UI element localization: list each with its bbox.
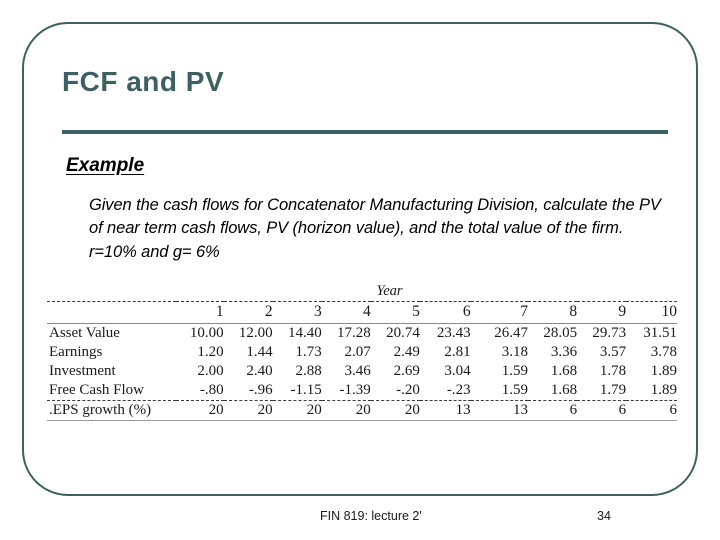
cell-investment-4: 3.46 <box>344 363 371 379</box>
cell-asset-value-9: 29.73 <box>592 325 627 341</box>
cell-investment-7: 1.59 <box>501 363 529 379</box>
cell-asset-value-8: 28.05 <box>543 325 578 341</box>
cell-free-cash-flow-8: 1.68 <box>528 381 578 401</box>
cell-earnings-6: 2.81 <box>444 344 471 360</box>
table-header-year-1: 1 <box>176 301 224 324</box>
table-header-year-7: 7 <box>470 301 529 324</box>
cell-earnings-9: 3.57 <box>599 344 627 360</box>
cell-earnings-1: 1.20 <box>197 344 224 360</box>
cell-investment-10: 1.89 <box>650 363 677 379</box>
table-grid: 1 2 3 4 5 6 7 8 9 10 Asset Value 10.00 1… <box>47 301 677 421</box>
cell-asset-value-7: 26.47 <box>494 325 529 341</box>
cell-asset-value-4: 17.28 <box>337 325 371 341</box>
cell-free-cash-flow-4: -1.39 <box>321 381 371 401</box>
cell-investment-2: 2.40 <box>246 363 273 379</box>
cell-eps-growth-7: 13 <box>470 400 529 421</box>
table-header-year-10: 10 <box>626 301 677 324</box>
row-label-asset-value: Asset Value <box>49 325 120 341</box>
cell-investment-9: 1.78 <box>599 363 627 379</box>
row-label-eps-growth: .EPS growth (%) <box>47 400 177 421</box>
cell-asset-value-5: 20.74 <box>386 325 420 341</box>
example-body-text: Given the cash flows for Concatenator Ma… <box>89 196 661 261</box>
cell-free-cash-flow-9: 1.79 <box>577 381 627 401</box>
cell-investment-5: 2.69 <box>393 363 420 379</box>
table-row: Free Cash Flow -.80 -.96 -1.15 -1.39 -.2… <box>47 381 677 401</box>
cell-asset-value-10: 31.51 <box>643 325 677 341</box>
cell-earnings-5: 2.49 <box>393 344 420 360</box>
title-divider <box>62 130 668 134</box>
cell-eps-growth-2: 20 <box>223 400 273 421</box>
cell-investment-8: 1.68 <box>550 363 578 379</box>
cell-asset-value-2: 12.00 <box>238 325 273 341</box>
row-label-investment: Investment <box>49 363 116 379</box>
cell-eps-growth-10: 6 <box>626 400 677 421</box>
table-header-year-6: 6 <box>419 301 471 324</box>
row-label-free-cash-flow: Free Cash Flow <box>47 381 177 401</box>
cell-free-cash-flow-7: 1.59 <box>470 381 529 401</box>
table-header-year-9: 9 <box>577 301 627 324</box>
cell-eps-growth-6: 13 <box>419 400 471 421</box>
cell-earnings-2: 1.44 <box>246 344 273 360</box>
cell-earnings-4: 2.07 <box>344 344 371 360</box>
cell-eps-growth-1: 20 <box>176 400 224 421</box>
table-header-year-2: 2 <box>223 301 273 324</box>
table-header-year-5: 5 <box>370 301 420 324</box>
cell-eps-growth-5: 20 <box>370 400 420 421</box>
slide-footer: FIN 819: lecture 2' 34 <box>0 509 720 531</box>
cell-free-cash-flow-5: -.20 <box>370 381 420 401</box>
cell-asset-value-1: 10.00 <box>189 325 224 341</box>
cell-earnings-10: 3.78 <box>650 344 677 360</box>
footer-page-number: 34 <box>597 509 611 523</box>
cell-free-cash-flow-2: -.96 <box>223 381 273 401</box>
table-row: Asset Value 10.00 12.00 14.40 17.28 20.7… <box>47 324 677 344</box>
table-header-year-3: 3 <box>272 301 322 324</box>
cell-asset-value-6: 23.43 <box>436 325 471 341</box>
table-header-corner <box>47 301 177 324</box>
table-row: Investment 2.00 2.40 2.88 3.46 2.69 3.04… <box>47 362 677 381</box>
cell-asset-value-3: 14.40 <box>287 325 322 341</box>
table-caption-year: Year <box>376 283 403 299</box>
cell-eps-growth-8: 6 <box>528 400 578 421</box>
table-row: .EPS growth (%) 20 20 20 20 20 13 13 6 6… <box>47 400 677 421</box>
cell-earnings-3: 1.73 <box>295 344 322 360</box>
footer-course-label: FIN 819: lecture 2' <box>320 509 422 523</box>
example-heading: Example <box>66 155 145 176</box>
table-header-year-8: 8 <box>528 301 578 324</box>
cell-investment-6: 3.04 <box>444 363 471 379</box>
cell-eps-growth-4: 20 <box>321 400 371 421</box>
cell-eps-growth-9: 6 <box>577 400 627 421</box>
row-label-earnings: Earnings <box>49 344 103 360</box>
page-title: FCF and PV <box>62 66 225 97</box>
cell-free-cash-flow-1: -.80 <box>176 381 224 401</box>
cell-earnings-7: 3.18 <box>501 344 529 360</box>
table-row: Earnings 1.20 1.44 1.73 2.07 2.49 2.81 3… <box>47 343 677 362</box>
cell-earnings-8: 3.36 <box>550 344 578 360</box>
cell-investment-3: 2.88 <box>295 363 322 379</box>
table-header-row: 1 2 3 4 5 6 7 8 9 10 <box>47 301 677 324</box>
cell-investment-1: 2.00 <box>197 363 224 379</box>
cell-eps-growth-3: 20 <box>272 400 322 421</box>
cell-free-cash-flow-3: -1.15 <box>272 381 322 401</box>
cell-free-cash-flow-10: 1.89 <box>626 381 677 401</box>
cell-free-cash-flow-6: -.23 <box>419 381 471 401</box>
table-header-year-4: 4 <box>321 301 371 324</box>
